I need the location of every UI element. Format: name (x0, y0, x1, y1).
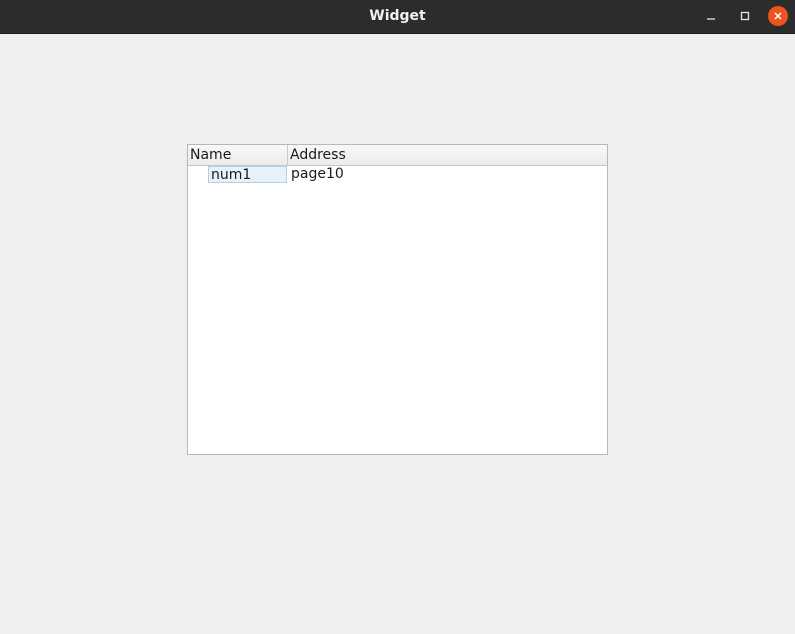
minimize-icon (707, 18, 715, 20)
tree-widget[interactable]: Name Address num1 page10 (187, 144, 608, 455)
window-title: Widget (369, 8, 426, 24)
close-button[interactable] (768, 6, 788, 26)
row-name-cell[interactable]: num1 (208, 166, 287, 183)
row-address-cell[interactable]: page10 (291, 166, 344, 183)
maximize-button[interactable] (735, 6, 755, 26)
title-bar: Widget (0, 0, 795, 34)
column-header-address[interactable]: Address (288, 145, 607, 165)
tree-row[interactable]: num1 page10 (188, 166, 607, 184)
column-header-name[interactable]: Name (188, 145, 288, 165)
minimize-button[interactable] (701, 6, 721, 26)
maximize-icon (740, 11, 750, 21)
close-icon (774, 12, 782, 20)
tree-header: Name Address (188, 145, 607, 166)
